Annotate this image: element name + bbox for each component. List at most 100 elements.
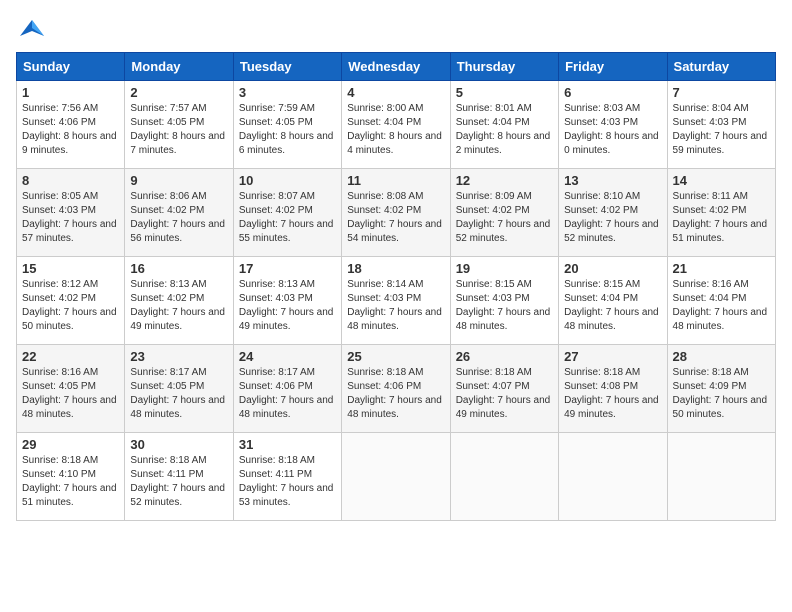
cell-details: Sunrise: 7:59 AMSunset: 4:05 PMDaylight:… (239, 103, 334, 156)
cell-details: Sunrise: 8:15 AMSunset: 4:04 PMDaylight:… (564, 279, 659, 332)
day-number: 13 (564, 173, 661, 188)
day-number: 2 (130, 85, 227, 100)
calendar-cell: 12 Sunrise: 8:09 AMSunset: 4:02 PMDaylig… (450, 169, 558, 257)
day-number: 17 (239, 261, 336, 276)
cell-details: Sunrise: 7:56 AMSunset: 4:06 PMDaylight:… (22, 103, 117, 156)
calendar-cell: 30 Sunrise: 8:18 AMSunset: 4:11 PMDaylig… (125, 433, 233, 521)
cell-details: Sunrise: 8:11 AMSunset: 4:02 PMDaylight:… (673, 191, 768, 244)
calendar-cell: 16 Sunrise: 8:13 AMSunset: 4:02 PMDaylig… (125, 257, 233, 345)
day-number: 1 (22, 85, 119, 100)
calendar-cell: 23 Sunrise: 8:17 AMSunset: 4:05 PMDaylig… (125, 345, 233, 433)
col-header-saturday: Saturday (667, 53, 775, 81)
day-number: 6 (564, 85, 661, 100)
col-header-thursday: Thursday (450, 53, 558, 81)
calendar-cell: 8 Sunrise: 8:05 AMSunset: 4:03 PMDayligh… (17, 169, 125, 257)
col-header-tuesday: Tuesday (233, 53, 341, 81)
cell-details: Sunrise: 8:18 AMSunset: 4:09 PMDaylight:… (673, 367, 768, 420)
day-number: 24 (239, 349, 336, 364)
day-number: 27 (564, 349, 661, 364)
cell-details: Sunrise: 8:01 AMSunset: 4:04 PMDaylight:… (456, 103, 551, 156)
day-number: 11 (347, 173, 444, 188)
cell-details: Sunrise: 8:13 AMSunset: 4:03 PMDaylight:… (239, 279, 334, 332)
calendar-cell: 14 Sunrise: 8:11 AMSunset: 4:02 PMDaylig… (667, 169, 775, 257)
day-number: 10 (239, 173, 336, 188)
cell-details: Sunrise: 8:18 AMSunset: 4:08 PMDaylight:… (564, 367, 659, 420)
day-number: 8 (22, 173, 119, 188)
cell-details: Sunrise: 8:16 AMSunset: 4:05 PMDaylight:… (22, 367, 117, 420)
cell-details: Sunrise: 8:09 AMSunset: 4:02 PMDaylight:… (456, 191, 551, 244)
calendar-cell: 11 Sunrise: 8:08 AMSunset: 4:02 PMDaylig… (342, 169, 450, 257)
calendar-cell: 2 Sunrise: 7:57 AMSunset: 4:05 PMDayligh… (125, 81, 233, 169)
cell-details: Sunrise: 8:07 AMSunset: 4:02 PMDaylight:… (239, 191, 334, 244)
calendar-cell: 25 Sunrise: 8:18 AMSunset: 4:06 PMDaylig… (342, 345, 450, 433)
day-number: 7 (673, 85, 770, 100)
cell-details: Sunrise: 8:04 AMSunset: 4:03 PMDaylight:… (673, 103, 768, 156)
day-number: 4 (347, 85, 444, 100)
cell-details: Sunrise: 8:06 AMSunset: 4:02 PMDaylight:… (130, 191, 225, 244)
calendar-cell: 15 Sunrise: 8:12 AMSunset: 4:02 PMDaylig… (17, 257, 125, 345)
calendar-cell: 1 Sunrise: 7:56 AMSunset: 4:06 PMDayligh… (17, 81, 125, 169)
day-number: 15 (22, 261, 119, 276)
cell-details: Sunrise: 8:12 AMSunset: 4:02 PMDaylight:… (22, 279, 117, 332)
day-number: 22 (22, 349, 119, 364)
calendar-cell: 13 Sunrise: 8:10 AMSunset: 4:02 PMDaylig… (559, 169, 667, 257)
calendar-cell (559, 433, 667, 521)
day-number: 18 (347, 261, 444, 276)
calendar-cell: 28 Sunrise: 8:18 AMSunset: 4:09 PMDaylig… (667, 345, 775, 433)
cell-details: Sunrise: 8:17 AMSunset: 4:06 PMDaylight:… (239, 367, 334, 420)
calendar-cell: 5 Sunrise: 8:01 AMSunset: 4:04 PMDayligh… (450, 81, 558, 169)
calendar-cell: 24 Sunrise: 8:17 AMSunset: 4:06 PMDaylig… (233, 345, 341, 433)
day-number: 25 (347, 349, 444, 364)
col-header-monday: Monday (125, 53, 233, 81)
calendar-cell: 19 Sunrise: 8:15 AMSunset: 4:03 PMDaylig… (450, 257, 558, 345)
calendar-cell: 6 Sunrise: 8:03 AMSunset: 4:03 PMDayligh… (559, 81, 667, 169)
day-number: 3 (239, 85, 336, 100)
cell-details: Sunrise: 8:18 AMSunset: 4:11 PMDaylight:… (130, 455, 225, 508)
calendar-cell: 17 Sunrise: 8:13 AMSunset: 4:03 PMDaylig… (233, 257, 341, 345)
calendar-cell (667, 433, 775, 521)
calendar-cell (450, 433, 558, 521)
day-number: 5 (456, 85, 553, 100)
cell-details: Sunrise: 8:18 AMSunset: 4:06 PMDaylight:… (347, 367, 442, 420)
calendar-cell: 21 Sunrise: 8:16 AMSunset: 4:04 PMDaylig… (667, 257, 775, 345)
logo-bird-icon (18, 16, 46, 44)
calendar-cell: 10 Sunrise: 8:07 AMSunset: 4:02 PMDaylig… (233, 169, 341, 257)
cell-details: Sunrise: 7:57 AMSunset: 4:05 PMDaylight:… (130, 103, 225, 156)
cell-details: Sunrise: 8:03 AMSunset: 4:03 PMDaylight:… (564, 103, 659, 156)
day-number: 9 (130, 173, 227, 188)
day-number: 21 (673, 261, 770, 276)
cell-details: Sunrise: 8:10 AMSunset: 4:02 PMDaylight:… (564, 191, 659, 244)
day-number: 19 (456, 261, 553, 276)
col-header-sunday: Sunday (17, 53, 125, 81)
calendar-table: SundayMondayTuesdayWednesdayThursdayFrid… (16, 52, 776, 521)
day-number: 26 (456, 349, 553, 364)
day-number: 23 (130, 349, 227, 364)
cell-details: Sunrise: 8:17 AMSunset: 4:05 PMDaylight:… (130, 367, 225, 420)
col-header-wednesday: Wednesday (342, 53, 450, 81)
logo (16, 16, 46, 40)
cell-details: Sunrise: 8:18 AMSunset: 4:07 PMDaylight:… (456, 367, 551, 420)
day-number: 16 (130, 261, 227, 276)
calendar-cell: 27 Sunrise: 8:18 AMSunset: 4:08 PMDaylig… (559, 345, 667, 433)
calendar-cell: 3 Sunrise: 7:59 AMSunset: 4:05 PMDayligh… (233, 81, 341, 169)
calendar-cell: 9 Sunrise: 8:06 AMSunset: 4:02 PMDayligh… (125, 169, 233, 257)
calendar-cell: 22 Sunrise: 8:16 AMSunset: 4:05 PMDaylig… (17, 345, 125, 433)
day-number: 28 (673, 349, 770, 364)
cell-details: Sunrise: 8:08 AMSunset: 4:02 PMDaylight:… (347, 191, 442, 244)
calendar-cell: 31 Sunrise: 8:18 AMSunset: 4:11 PMDaylig… (233, 433, 341, 521)
page-header (16, 16, 776, 40)
cell-details: Sunrise: 8:18 AMSunset: 4:11 PMDaylight:… (239, 455, 334, 508)
cell-details: Sunrise: 8:15 AMSunset: 4:03 PMDaylight:… (456, 279, 551, 332)
calendar-cell (342, 433, 450, 521)
day-number: 31 (239, 437, 336, 452)
cell-details: Sunrise: 8:16 AMSunset: 4:04 PMDaylight:… (673, 279, 768, 332)
cell-details: Sunrise: 8:00 AMSunset: 4:04 PMDaylight:… (347, 103, 442, 156)
calendar-cell: 4 Sunrise: 8:00 AMSunset: 4:04 PMDayligh… (342, 81, 450, 169)
col-header-friday: Friday (559, 53, 667, 81)
cell-details: Sunrise: 8:18 AMSunset: 4:10 PMDaylight:… (22, 455, 117, 508)
cell-details: Sunrise: 8:13 AMSunset: 4:02 PMDaylight:… (130, 279, 225, 332)
cell-details: Sunrise: 8:14 AMSunset: 4:03 PMDaylight:… (347, 279, 442, 332)
calendar-cell: 26 Sunrise: 8:18 AMSunset: 4:07 PMDaylig… (450, 345, 558, 433)
day-number: 20 (564, 261, 661, 276)
calendar-cell: 7 Sunrise: 8:04 AMSunset: 4:03 PMDayligh… (667, 81, 775, 169)
